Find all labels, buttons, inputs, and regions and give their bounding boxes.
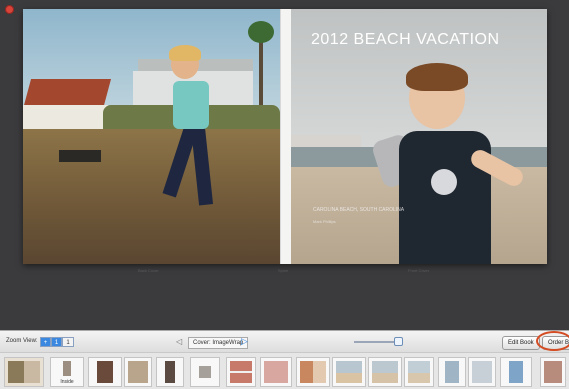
cover-title[interactable]: 2012 BEACH VACATION [311, 31, 500, 49]
thumbnail-image [408, 361, 430, 383]
thumbnail-page[interactable] [368, 357, 402, 387]
back-cover-photo[interactable] [23, 9, 280, 264]
photo-child-shirt [173, 81, 209, 129]
zoom-option-3[interactable]: 1 [62, 337, 74, 347]
thumbnail-page[interactable] [296, 357, 330, 387]
order-button-highlight [536, 331, 569, 351]
thumbnail-image [165, 361, 175, 383]
thumbnail-image [472, 361, 492, 383]
thumbnail-image [128, 361, 148, 383]
thumbnail-caption: Inside [60, 379, 74, 385]
cover-subtitle[interactable]: CAROLINA BEACH, SOUTH CAROLINA [313, 207, 404, 213]
thumbnail-page[interactable] [88, 357, 122, 387]
thumbnail-image [445, 361, 459, 383]
front-cover-label: Front Cover [408, 268, 430, 273]
photo-shirt-logo [431, 169, 457, 195]
back-cover-label: Back Cover [138, 268, 159, 273]
photo-child-hair [169, 45, 201, 61]
spine-label: Spine [278, 268, 289, 273]
photo-palm [248, 21, 274, 43]
thumbnail-back-cover[interactable] [540, 357, 566, 387]
book-preview-area: 2012 BEACH VACATION CAROLINA BEACH, SOUT… [0, 0, 569, 330]
bottom-toolbar: Zoom View: + 1 1 ◁ Cover: ImageWrap ▷ Ed… [0, 330, 569, 354]
thumbnail-page[interactable] [438, 357, 466, 387]
cover-type-selector[interactable]: Cover: ImageWrap [188, 337, 249, 349]
thumbnail-image [97, 361, 113, 383]
thumbnail-image [336, 361, 362, 383]
thumbnail-page[interactable] [468, 357, 496, 387]
thumbnail-image [509, 361, 523, 383]
thumbnail-page[interactable] [124, 357, 152, 387]
page-thumbnails-strip: Inside [0, 352, 569, 389]
thumbnail-page[interactable] [190, 357, 220, 387]
thumbnail-image [300, 361, 326, 383]
thumbnail-image [63, 361, 71, 376]
thumbnail-page[interactable] [500, 357, 532, 387]
thumbnail-image [544, 361, 562, 383]
thumbnail-page[interactable] [156, 357, 184, 387]
thumbnail-page[interactable] [332, 357, 366, 387]
zoom-view-label: Zoom View: [6, 338, 38, 344]
close-icon[interactable] [5, 5, 14, 14]
zoom-option-1[interactable]: + [40, 337, 51, 347]
front-cover-photo[interactable]: 2012 BEACH VACATION CAROLINA BEACH, SOUT… [291, 9, 547, 264]
cover-author[interactable]: Mark Phillips [313, 219, 336, 224]
fit-page-icon[interactable] [394, 337, 403, 346]
thumbnail-page[interactable] [404, 357, 434, 387]
thumbnail-inside[interactable]: Inside [50, 357, 84, 387]
zoom-option-2[interactable]: 1 [51, 337, 62, 347]
thumbnail-page[interactable] [226, 357, 256, 387]
book-spread: 2012 BEACH VACATION CAROLINA BEACH, SOUT… [23, 9, 547, 264]
photo-rock [59, 150, 101, 162]
edit-book-button[interactable]: Edit Book [502, 336, 540, 350]
thumbnail-cover[interactable] [4, 357, 44, 387]
thumbnail-page[interactable] [260, 357, 292, 387]
zoom-slider[interactable] [354, 341, 394, 343]
thumbnail-image [372, 361, 398, 383]
photo-house [23, 105, 108, 131]
photo-child-hair [406, 63, 468, 91]
previous-page-icon[interactable]: ◁ [176, 337, 182, 346]
next-page-icon[interactable]: ▷ [241, 336, 248, 347]
thumbnail-image [199, 366, 211, 378]
thumbnail-image [230, 361, 252, 383]
thumbnail-image [264, 361, 288, 383]
thumbnail-image [8, 361, 40, 383]
